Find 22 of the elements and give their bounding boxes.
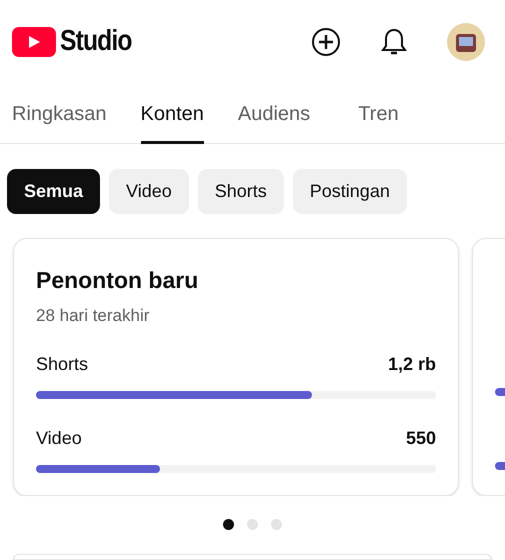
filter-chip[interactable]: Shorts <box>198 169 284 214</box>
filter-chip[interactable]: Video <box>109 169 189 214</box>
card-subtitle: 28 hari terakhir <box>36 305 150 327</box>
metric-label: Shorts <box>36 352 88 376</box>
notifications-button[interactable] <box>381 27 407 57</box>
logo-icon <box>12 27 56 57</box>
tab[interactable]: Ringkasan <box>12 84 107 144</box>
metric-value: 1,2 rb <box>388 352 436 376</box>
card-title: Penonton baru <box>36 266 198 295</box>
tab[interactable]: Konten <box>140 84 204 144</box>
bell-icon <box>381 27 407 57</box>
metric-value: 550 <box>406 426 436 450</box>
create-button[interactable] <box>311 27 341 57</box>
filter-chip[interactable]: Postingan <box>292 169 407 214</box>
tab[interactable]: Audiens <box>238 84 310 144</box>
filter-chip[interactable]: Semua <box>7 169 100 214</box>
brand-name: Studio <box>60 24 132 60</box>
plus-icon <box>311 27 341 57</box>
metric-label: Video <box>36 426 82 450</box>
stats-card[interactable]: Penonton baru 28 hari terakhir Shorts 1,2 rb Video 550 <box>13 238 459 496</box>
avatar[interactable] <box>447 23 485 61</box>
tab[interactable]: Tren <box>358 84 399 144</box>
